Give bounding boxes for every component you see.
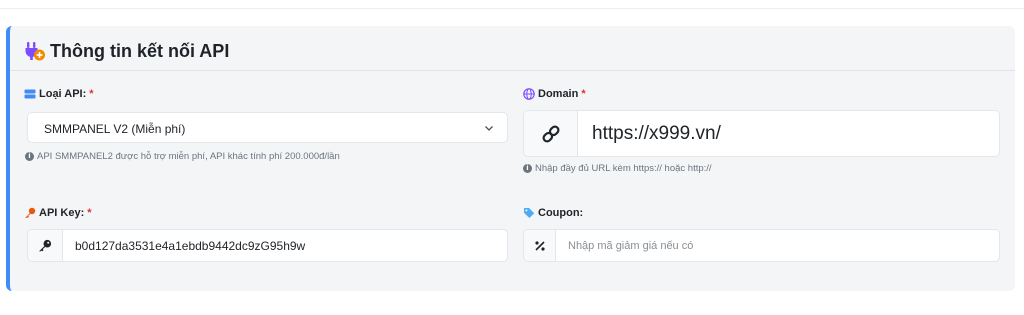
chevron-down-icon — [485, 126, 493, 131]
key-solid-icon — [39, 239, 52, 251]
coupon-addon — [524, 230, 556, 261]
api-key-label-text: API Key: — [39, 207, 85, 219]
api-key-input-group: b0d127da3531e4a1ebdb9442dc9zG95h9w — [27, 229, 508, 262]
api-key-input-value: b0d127da3531e4a1ebdb9442dc9zG95h9w — [75, 238, 306, 253]
domain-label-text: Domain — [538, 88, 579, 100]
domain-hint-text: Nhập đầy đủ URL kèm https:// hoặc http:/… — [535, 163, 712, 174]
tag-icon — [524, 208, 535, 218]
api-type-hint-text: API SMMPANEL2 được hỗ trợ miễn phí, API … — [37, 151, 340, 162]
info-icon: i — [523, 164, 532, 173]
api-type-selected-value: SMMPANEL V2 (Miễn phí) — [44, 122, 186, 136]
coupon-input-group: Nhập mã giảm giá nếu có — [523, 229, 1000, 262]
percent-icon — [534, 240, 545, 251]
required-mark: * — [87, 207, 92, 219]
api-key-input[interactable]: b0d127da3531e4a1ebdb9442dc9zG95h9w — [63, 230, 507, 261]
globe-icon — [523, 88, 535, 100]
api-key-addon — [28, 230, 63, 261]
required-mark: * — [581, 88, 586, 100]
domain-input-value: https://x999.vn/ — [592, 122, 721, 144]
plug-add-icon — [25, 42, 45, 61]
coupon-input[interactable]: Nhập mã giảm giá nếu có — [556, 230, 999, 261]
top-divider — [0, 0, 1024, 9]
link-icon — [542, 125, 559, 142]
card-title-text: Thông tin kết nối API — [50, 40, 230, 61]
coupon-label-text: Coupon: — [538, 207, 584, 219]
api-key-label: API Key: * — [24, 207, 92, 219]
server-icon — [24, 89, 36, 99]
required-mark: * — [89, 88, 94, 100]
api-type-hint: i API SMMPANEL2 được hỗ trợ miễn phí, AP… — [25, 151, 340, 162]
key-icon — [25, 207, 36, 218]
coupon-input-placeholder: Nhập mã giảm giá nếu có — [568, 239, 694, 252]
domain-addon — [524, 111, 578, 156]
api-type-label-text: Loại API: — [39, 88, 87, 100]
card-header: Thông tin kết nối API — [10, 26, 1015, 71]
api-connection-card: Thông tin kết nối API Loại API: * SMMPAN… — [6, 26, 1015, 291]
domain-input-group: https://x999.vn/ — [523, 110, 1000, 157]
domain-label: Domain * — [523, 88, 586, 100]
domain-input[interactable]: https://x999.vn/ — [578, 111, 999, 156]
card-title: Thông tin kết nối API — [24, 40, 229, 62]
api-type-label: Loại API: * — [24, 88, 94, 100]
coupon-label: Coupon: — [523, 207, 583, 219]
info-icon: i — [25, 152, 34, 161]
api-type-select[interactable]: SMMPANEL V2 (Miễn phí) — [27, 112, 508, 143]
domain-hint: i Nhập đầy đủ URL kèm https:// hoặc http… — [523, 163, 712, 174]
